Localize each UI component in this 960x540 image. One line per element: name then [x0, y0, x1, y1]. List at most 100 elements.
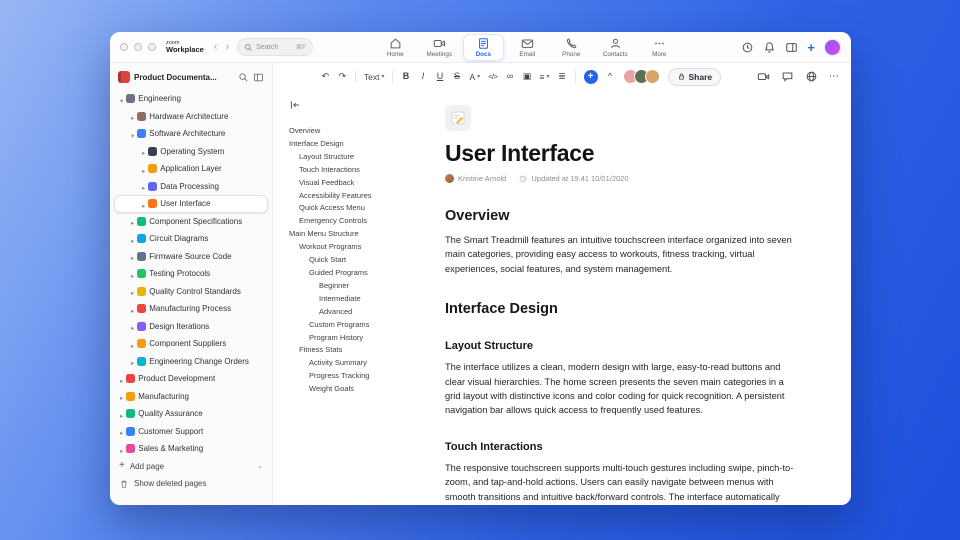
tree-item[interactable]: Firmware Source Code [114, 248, 268, 266]
tree-item[interactable]: Software Architecture [114, 125, 268, 143]
outline-item[interactable]: Activity Summary [289, 357, 437, 370]
sidebar-header: Product Documenta... [110, 68, 272, 90]
outline-item[interactable]: Fitness Stats [289, 344, 437, 357]
factory-icon [137, 304, 147, 314]
outline-item[interactable]: Accessibility Features [289, 190, 437, 203]
app-body: Product Documenta... Engineering [110, 63, 851, 505]
outline-item[interactable]: Advanced [289, 306, 437, 319]
insert-block-button[interactable]: + [583, 69, 598, 84]
chevron-icon [131, 265, 134, 283]
tree-item[interactable]: Design Iterations [114, 318, 268, 336]
outline-item[interactable]: Progress Tracking [289, 370, 437, 383]
tree-item[interactable]: Engineering [114, 90, 268, 108]
tree-item[interactable]: Operating System [114, 143, 268, 161]
collaborator-avatar[interactable] [644, 69, 660, 84]
tree-item[interactable]: Customer Support [114, 423, 268, 441]
sidebar-search-icon[interactable] [238, 72, 249, 83]
outline-item[interactable]: Layout Structure [289, 151, 437, 164]
sidebar-collapse-icon[interactable] [253, 72, 264, 83]
outline-item[interactable]: Visual Feedback [289, 177, 437, 190]
video-camera-icon[interactable] [757, 70, 770, 83]
tab-docs[interactable]: Docs [462, 33, 504, 61]
outline-item[interactable]: Custom Programs [289, 319, 437, 332]
close-window-button[interactable] [120, 43, 128, 51]
minimize-window-button[interactable] [134, 43, 142, 51]
tree-item[interactable]: Sales & Marketing [114, 440, 268, 458]
bold-button[interactable]: B [401, 72, 410, 81]
outline-item[interactable]: Program History [289, 332, 437, 345]
tree-item-label: Quality Assurance [138, 409, 203, 419]
chevron-icon [120, 90, 123, 108]
outline-item[interactable]: Overview [289, 125, 437, 138]
tab-contacts[interactable]: Contacts [595, 34, 636, 61]
tree-item[interactable]: Component Specifications [114, 213, 268, 231]
new-item-plus-icon[interactable]: + [807, 41, 815, 54]
tree-item[interactable]: Engineering Change Orders [114, 353, 268, 371]
outline-item[interactable]: Main Menu Structure [289, 228, 437, 241]
outline-item[interactable]: Beginner [289, 280, 437, 293]
forward-button[interactable]: › [225, 41, 229, 53]
user-avatar[interactable] [823, 38, 841, 56]
outline-item[interactable]: Emergency Controls [289, 215, 437, 228]
underline-button[interactable]: U [435, 72, 444, 81]
tree-item[interactable]: Data Processing [114, 178, 268, 196]
outline-item[interactable]: Quick Access Menu [289, 202, 437, 215]
outline-item[interactable]: Guided Programs [289, 267, 437, 280]
tree-item[interactable]: Component Suppliers [114, 335, 268, 353]
tab-home[interactable]: Home [375, 34, 416, 61]
comment-bubble-icon[interactable] [781, 70, 794, 83]
undo-icon[interactable]: ↶ [321, 72, 330, 81]
doc-toolbar: ↶ ↷ Text ▾ B I U S A ▾ </> ∞ ▣ ≡ ▾ ≣ + ^… [273, 63, 851, 90]
tree-item[interactable]: Manufacturing Process [114, 300, 268, 318]
show-deleted-pages-button[interactable]: Show deleted pages [114, 475, 268, 493]
outline-item[interactable]: Quick Start [289, 254, 437, 267]
collapse-toolbar-button[interactable]: ^ [606, 72, 615, 81]
tree-item[interactable]: Quality Assurance [114, 405, 268, 423]
history-clock-icon[interactable] [741, 41, 754, 54]
outline-item[interactable]: Intermediate [289, 293, 437, 306]
link-button[interactable]: ∞ [506, 72, 515, 81]
clock-icon [520, 175, 527, 182]
text-color-button[interactable]: A ▾ [469, 72, 480, 82]
zoom-window-button[interactable] [148, 43, 156, 51]
more-options-icon[interactable]: ⋯ [829, 71, 839, 82]
tree-item[interactable]: Testing Protocols [114, 265, 268, 283]
tab-email[interactable]: Email [507, 34, 548, 61]
italic-button[interactable]: I [418, 72, 427, 81]
global-search-input[interactable]: Search ⌘F [237, 38, 314, 56]
tree-item[interactable]: Product Development [114, 370, 268, 388]
strikethrough-button[interactable]: S [452, 72, 461, 81]
collapse-outline-button[interactable] [289, 98, 301, 116]
tab-meetings[interactable]: Meetings [419, 34, 460, 61]
globe-icon[interactable] [805, 70, 818, 83]
tree-item[interactable]: Manufacturing [114, 388, 268, 406]
outline-item[interactable]: Workout Programs [289, 241, 437, 254]
tree-item[interactable]: Application Layer [114, 160, 268, 178]
tree-item[interactable]: Hardware Architecture [114, 108, 268, 126]
add-page-button[interactable]: + Add page ⌄ [114, 458, 268, 476]
tree-item[interactable]: User Interface [114, 195, 268, 213]
phone-icon [566, 37, 577, 48]
tree-item-label: Application Layer [160, 164, 222, 174]
trend-icon [126, 444, 136, 454]
tree-item-label: Software Architecture [149, 129, 226, 139]
outline-item[interactable]: Interface Design [289, 138, 437, 151]
back-button[interactable]: ‹ [214, 41, 218, 53]
tab-more[interactable]: More [639, 34, 680, 61]
share-button[interactable]: Share [667, 67, 722, 86]
side-panel-icon[interactable] [785, 41, 798, 54]
tree-item[interactable]: Circuit Diagrams [114, 230, 268, 248]
notifications-bell-icon[interactable] [763, 41, 776, 54]
align-button[interactable]: ≣ [558, 72, 567, 81]
image-button[interactable]: ▣ [523, 72, 532, 81]
doc-emoji-icon[interactable] [445, 105, 471, 131]
code-button[interactable]: </> [488, 73, 498, 81]
list-button[interactable]: ≡ ▾ [540, 72, 550, 82]
text-style-dropdown[interactable]: Text ▾ [364, 72, 385, 82]
tree-item[interactable]: Quality Control Standards [114, 283, 268, 301]
tab-phone[interactable]: Phone [551, 34, 592, 61]
outline-item[interactable]: Weight Goals [289, 383, 437, 396]
outline-item[interactable]: Touch Interactions [289, 164, 437, 177]
chevron-icon [131, 335, 134, 353]
redo-icon[interactable]: ↷ [338, 72, 347, 81]
